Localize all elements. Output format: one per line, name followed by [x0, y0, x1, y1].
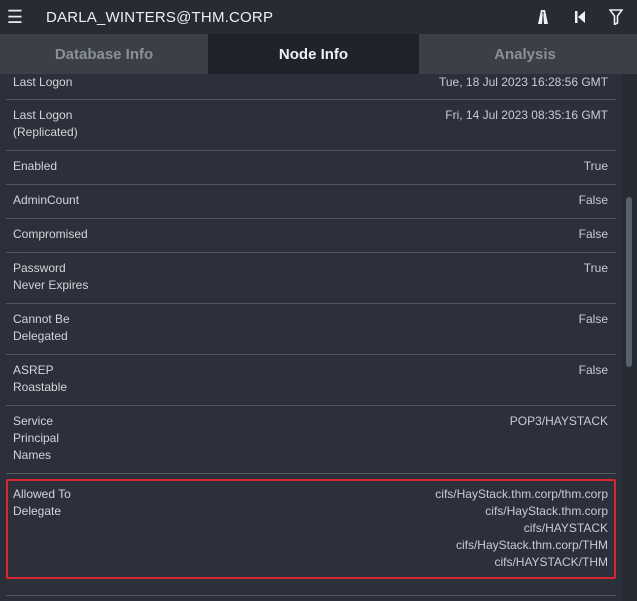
property-value: True	[583, 159, 608, 173]
delegate-target: cifs/HayStack.thm.corp	[485, 504, 608, 518]
node-title: DARLA_WINTERS@THM.CORP	[46, 8, 274, 26]
skip-back-icon[interactable]	[573, 10, 587, 24]
property-label: AdminCount	[13, 193, 80, 207]
property-value: POP3/HAYSTACK	[509, 414, 608, 428]
delegate-target: cifs/HAYSTACK/THM	[494, 555, 608, 569]
property-value: False	[578, 193, 608, 207]
tab-database-info[interactable]: Database Info	[0, 34, 208, 74]
property-value: True	[583, 261, 608, 275]
top-bar: ☰ DARLA_WINTERS@THM.CORP	[0, 0, 637, 34]
tab-node-info[interactable]: Node Info	[208, 34, 419, 74]
property-row-password-never-expires: Password Never Expires True	[6, 253, 616, 304]
node-properties-panel: Last Logon Tue, 18 Jul 2023 16:28:56 GMT…	[6, 74, 616, 601]
delegate-target: cifs/HAYSTACK	[523, 521, 608, 535]
delegate-target: cifs/HayStack.thm.corp/THM	[455, 538, 608, 552]
property-label: Enabled	[13, 159, 58, 173]
property-value: False	[578, 312, 608, 326]
property-label: Compromised	[13, 227, 88, 241]
property-row-last-logon-replicated: Last Logon (Replicated) Fri, 14 Jul 2023…	[6, 100, 616, 151]
property-row-admincount: AdminCount False	[6, 185, 616, 219]
property-row-compromised: Compromised False	[6, 219, 616, 253]
scrollbar-thumb[interactable]	[626, 197, 632, 367]
property-row-last-logon: Last Logon Tue, 18 Jul 2023 16:28:56 GMT	[6, 74, 616, 100]
property-label: Last Logon (Replicated)	[13, 108, 78, 139]
property-label: Last Logon	[13, 75, 73, 89]
road-icon[interactable]	[535, 9, 551, 25]
property-label: Allowed To Delegate	[13, 487, 71, 518]
property-value: Tue, 18 Jul 2023 16:28:56 GMT	[439, 75, 608, 89]
property-row-cannot-be-delegated: Cannot Be Delegated False	[6, 304, 616, 355]
property-label: Password Never Expires	[13, 261, 89, 292]
filter-icon[interactable]	[609, 9, 623, 25]
delegate-target: cifs/HayStack.thm.corp/thm.corp	[435, 487, 608, 501]
property-label: Service Principal Names	[13, 414, 60, 462]
property-row-allowed-to-delegate: Allowed To Delegate cifs/HayStack.thm.co…	[6, 479, 616, 579]
property-row-spacer	[6, 579, 616, 596]
property-label: ASREP Roastable	[13, 363, 68, 394]
property-row-asrep-roastable: ASREP Roastable False	[6, 355, 616, 406]
property-value-list: cifs/HayStack.thm.corp/thm.corp cifs/Hay…	[435, 486, 608, 571]
property-row-service-principal-names: Service Principal Names POP3/HAYSTACK	[6, 406, 616, 474]
tab-analysis[interactable]: Analysis	[419, 34, 631, 74]
property-value: False	[578, 363, 608, 377]
property-label: Cannot Be Delegated	[13, 312, 70, 343]
property-value: False	[578, 227, 608, 241]
hamburger-menu-icon[interactable]: ☰	[0, 7, 30, 28]
property-row-enabled: Enabled True	[6, 151, 616, 185]
vertical-scrollbar[interactable]	[622, 74, 637, 601]
property-value: Fri, 14 Jul 2023 08:35:16 GMT	[445, 108, 608, 122]
tab-bar: Database Info Node Info Analysis	[0, 34, 637, 74]
top-actions	[535, 0, 623, 34]
